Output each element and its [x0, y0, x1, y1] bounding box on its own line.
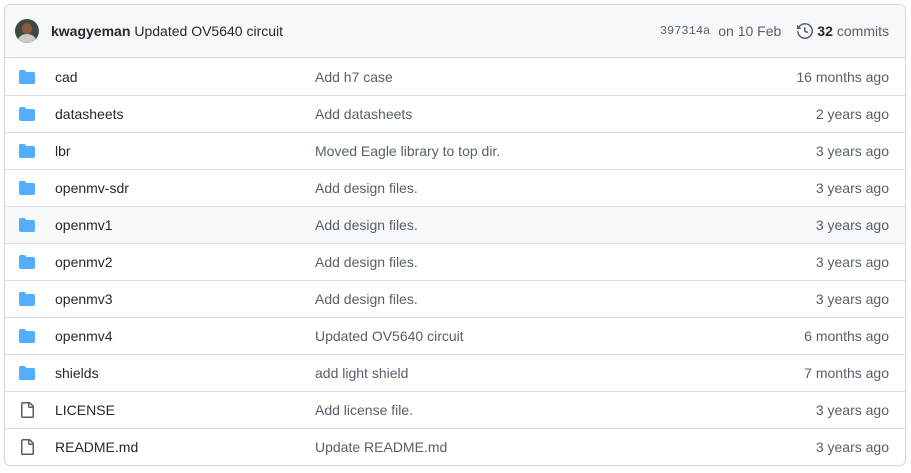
folder-icon: [19, 291, 35, 307]
latest-commit-header: kwagyeman Updated OV5640 circuit 397314a…: [5, 5, 905, 58]
commit-age: 3 years ago: [815, 402, 889, 418]
file-row[interactable]: openmv2 Add design files. 3 years ago: [5, 243, 905, 280]
commit-message-link[interactable]: Add license file.: [315, 402, 816, 418]
commit-age: 6 months ago: [804, 328, 889, 344]
file-name-link[interactable]: openmv-sdr: [55, 180, 315, 196]
commits-link[interactable]: 32 commits: [797, 23, 889, 39]
file-name-link[interactable]: LICENSE: [55, 402, 315, 418]
file-name-link[interactable]: openmv1: [55, 217, 315, 233]
commit-message-link[interactable]: Updated OV5640 circuit: [134, 23, 283, 39]
file-list: cad Add h7 case 16 months ago datasheets Add…: [5, 58, 905, 465]
folder-icon: [19, 365, 35, 381]
file-name-link[interactable]: cad: [55, 69, 315, 85]
commit-date: on 10 Feb: [718, 23, 782, 39]
file-name-link[interactable]: openmv4: [55, 328, 315, 344]
file-name-link[interactable]: shields: [55, 365, 315, 381]
file-name-link[interactable]: README.md: [55, 439, 315, 455]
commit-age: 3 years ago: [815, 291, 889, 307]
commit-count-label: commits: [836, 23, 889, 39]
commit-message-link[interactable]: Update README.md: [315, 439, 816, 455]
commit-age: 3 years ago: [815, 180, 889, 196]
file-icon: [19, 402, 35, 418]
file-row[interactable]: openmv4 Updated OV5640 circuit 6 months ag…: [5, 317, 905, 354]
folder-icon: [19, 217, 35, 233]
commit-author-link[interactable]: kwagyeman: [51, 23, 130, 39]
commit-message-link[interactable]: Moved Eagle library to top dir.: [315, 143, 816, 159]
folder-icon: [19, 106, 35, 122]
commit-age: 7 months ago: [804, 365, 889, 381]
avatar[interactable]: [15, 19, 39, 43]
file-name-link[interactable]: openmv2: [55, 254, 315, 270]
commit-age: 3 years ago: [815, 254, 889, 270]
file-row[interactable]: openmv1 Add design files. 3 years ago: [5, 206, 905, 243]
commit-message-link[interactable]: add light shield: [315, 365, 804, 381]
commit-age: 3 years ago: [815, 439, 889, 455]
commit-message-link[interactable]: Updated OV5640 circuit: [315, 328, 804, 344]
commit-message-link[interactable]: Add datasheets: [315, 106, 816, 122]
file-icon: [19, 439, 35, 455]
commit-message-link[interactable]: Add design files.: [315, 291, 816, 307]
file-browser: kwagyeman Updated OV5640 circuit 397314a…: [4, 4, 906, 466]
commit-message-link[interactable]: Add design files.: [315, 254, 816, 270]
file-name-link[interactable]: openmv3: [55, 291, 315, 307]
folder-icon: [19, 180, 35, 196]
folder-icon: [19, 328, 35, 344]
file-row[interactable]: datasheets Add datasheets 2 years ago: [5, 95, 905, 132]
folder-icon: [19, 254, 35, 270]
commit-sha-link[interactable]: 397314a: [660, 24, 710, 38]
history-icon: [797, 23, 814, 39]
commit-age: 2 years ago: [815, 106, 889, 122]
file-name-link[interactable]: datasheets: [55, 106, 315, 122]
commit-age: 16 months ago: [796, 68, 889, 85]
commit-age: 3 years ago: [815, 143, 889, 159]
file-row[interactable]: lbr Moved Eagle library to top dir. 3 year…: [5, 132, 905, 169]
file-row[interactable]: cad Add h7 case 16 months ago: [5, 58, 905, 95]
file-name-link[interactable]: lbr: [55, 143, 315, 159]
commit-meta: 397314a on 10 Feb 32 commits: [660, 23, 889, 39]
commit-message-link[interactable]: Add design files.: [315, 217, 816, 233]
file-row[interactable]: LICENSE Add license file. 3 years ago: [5, 391, 905, 428]
commit-message-link[interactable]: Add design files.: [315, 180, 816, 196]
commit-message-link[interactable]: Add h7 case: [315, 69, 796, 85]
file-row[interactable]: README.md Update README.md 3 years ago: [5, 428, 905, 465]
commit-age: 3 years ago: [815, 217, 889, 233]
file-row[interactable]: openmv3 Add design files. 3 years ago: [5, 280, 905, 317]
folder-icon: [19, 143, 35, 159]
file-row[interactable]: shields add light shield 7 months ago: [5, 354, 905, 391]
file-row[interactable]: openmv-sdr Add design files. 3 years ago: [5, 169, 905, 206]
commit-count: 32: [817, 23, 833, 39]
folder-icon: [19, 69, 35, 85]
